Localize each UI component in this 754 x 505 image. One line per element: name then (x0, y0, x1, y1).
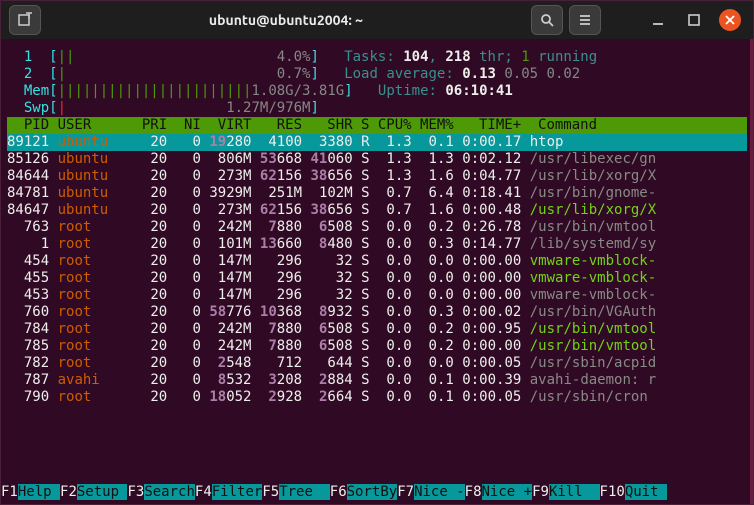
uptime: 06:10:41 (445, 83, 512, 99)
table-row[interactable]: 782 root 20 0 2548 712 644 S 0.0 0.0 0:0… (7, 355, 747, 372)
running-count: 1 (521, 49, 529, 65)
table-row[interactable]: 453 root 20 0 147M 296 32 S 0.0 0.0 0:00… (7, 287, 747, 304)
swp-value: 1.27M/976M (226, 100, 310, 116)
terminal-output[interactable]: 1 [|| 4.0%] Tasks: 104, 218 thr; 1 runni… (1, 39, 753, 406)
table-row[interactable]: 763 root 20 0 242M 7880 6508 S 0.0 0.2 0… (7, 219, 747, 236)
table-row[interactable]: 1 root 20 0 101M 13660 8480 S 0.0 0.3 0:… (7, 236, 747, 253)
load-1m: 0.13 (462, 66, 496, 82)
new-tab-button[interactable] (9, 5, 41, 35)
f5-tree[interactable]: Tree (279, 484, 330, 500)
table-row[interactable]: 89121 ubuntu 20 0 19280 4100 3380 R 1.3 … (7, 134, 747, 151)
terminal-window: ubuntu@ubuntu2004: ~ 1 [|| 4.0%] Tasks: … (0, 0, 754, 505)
task-count: 104 (403, 49, 428, 65)
table-row[interactable]: 84644 ubuntu 20 0 273M 62156 38656 S 1.3… (7, 168, 747, 185)
maximize-button[interactable] (679, 6, 709, 34)
f3-search[interactable]: Search (144, 484, 195, 500)
table-row[interactable]: 784 root 20 0 242M 7880 6508 S 0.0 0.2 0… (7, 321, 747, 338)
cpu2-label: 2 (24, 66, 32, 82)
table-row[interactable]: 84781 ubuntu 20 0 3929M 251M 102M S 0.7 … (7, 185, 747, 202)
meters: 1 [|| 4.0%] Tasks: 104, 218 thr; 1 runni… (7, 49, 747, 117)
thread-count: 218 (445, 49, 470, 65)
close-button[interactable] (715, 6, 745, 34)
f4-filter[interactable]: Filter (212, 484, 263, 500)
menu-button[interactable] (569, 5, 601, 35)
f9-kill[interactable]: Kill (549, 484, 600, 500)
process-list: 89121 ubuntu 20 0 19280 4100 3380 R 1.3 … (7, 134, 747, 406)
column-header[interactable]: PID USER PRI NI VIRT RES SHR S CPU% MEM%… (7, 117, 747, 134)
f1-help[interactable]: Help (18, 484, 60, 500)
search-button[interactable] (531, 5, 563, 35)
f2-setup[interactable]: Setup (77, 484, 128, 500)
f8-nice-plus[interactable]: Nice + (482, 484, 533, 500)
table-row[interactable]: 760 root 20 0 58776 10368 8932 S 0.0 0.3… (7, 304, 747, 321)
window-title: ubuntu@ubuntu2004: ~ (47, 12, 525, 29)
table-row[interactable]: 787 avahi 20 0 8532 3208 2884 S 0.0 0.1 … (7, 372, 747, 389)
table-row[interactable]: 785 root 20 0 242M 7880 6508 S 0.0 0.2 0… (7, 338, 747, 355)
mem-value: 1.08G/3.81G (251, 83, 344, 99)
table-row[interactable]: 790 root 20 0 18052 2928 2664 S 0.0 0.1 … (7, 389, 747, 406)
titlebar: ubuntu@ubuntu2004: ~ (1, 1, 753, 39)
load-rest: 0.05 0.02 (496, 66, 580, 82)
function-keys: F1Help F2Setup F3SearchF4FilterF5Tree F6… (1, 484, 753, 501)
minimize-button[interactable] (643, 6, 673, 34)
mem-label: Mem (24, 83, 49, 99)
window-right-edge (750, 39, 753, 504)
table-row[interactable]: 84647 ubuntu 20 0 273M 62156 38656 S 0.7… (7, 202, 747, 219)
table-row[interactable]: 455 root 20 0 147M 296 32 S 0.0 0.0 0:00… (7, 270, 747, 287)
f6-sortby[interactable]: SortBy (347, 484, 398, 500)
close-icon (719, 9, 741, 31)
f7-nice-minus[interactable]: Nice - (414, 484, 465, 500)
cpu1-pct: 4.0% (277, 49, 311, 65)
table-row[interactable]: 85126 ubuntu 20 0 806M 53668 41060 S 1.3… (7, 151, 747, 168)
f10-quit[interactable]: Quit (625, 484, 667, 500)
table-row[interactable]: 454 root 20 0 147M 296 32 S 0.0 0.0 0:00… (7, 253, 747, 270)
swp-label: Swp (24, 100, 49, 116)
cpu1-label: 1 (24, 49, 32, 65)
cpu2-pct: 0.7% (277, 66, 311, 82)
